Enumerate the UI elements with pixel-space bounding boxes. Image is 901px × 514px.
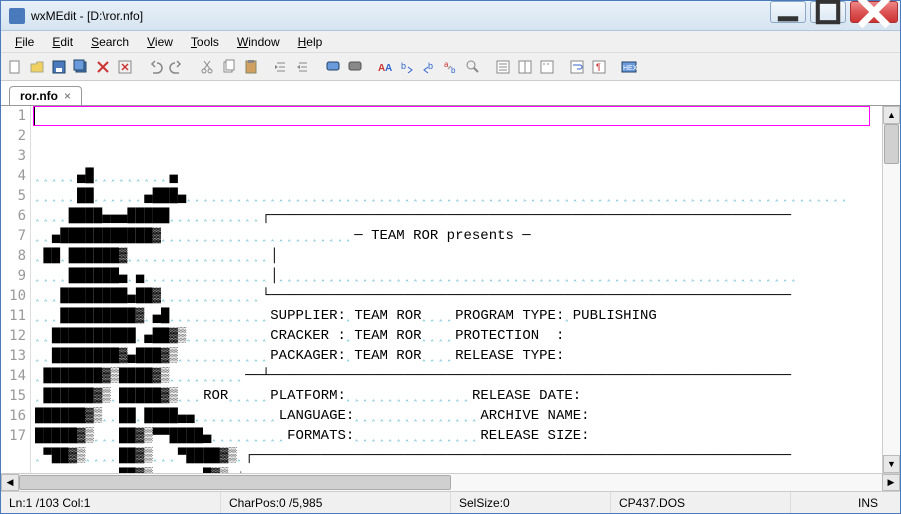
text-editor[interactable]: ˰˰˰˰˰▄█˰˰˰˰˰˰˰˰˰▄ ˰˰˰˰˰██˰˰˰˰˰˰▄███▄˰˰˰˰… xyxy=(31,106,882,473)
svg-text:b: b xyxy=(428,61,433,71)
titlebar[interactable]: wxMEdit - [D:\ror.nfo] xyxy=(1,1,900,31)
caret xyxy=(34,107,35,125)
nfo-art: ˰˰˰˰˰▄█˰˰˰˰˰˰˰˰˰▄ ˰˰˰˰˰██˰˰˰˰˰˰▄███▄˰˰˰˰… xyxy=(31,166,882,473)
gutter: 123 456 789 101112 131415 1617 xyxy=(1,106,31,473)
app-icon xyxy=(9,8,25,24)
status-selsize: SelSize:0 xyxy=(451,492,611,513)
close-file-icon[interactable] xyxy=(93,57,113,77)
open-icon[interactable] xyxy=(27,57,47,77)
vertical-scrollbar[interactable]: ▲ ▼ xyxy=(882,106,900,473)
toolbar: AA b b ab ¶ HEX xyxy=(1,53,900,81)
save-icon[interactable] xyxy=(49,57,69,77)
tab-active[interactable]: ror.nfo × xyxy=(9,86,82,105)
comment-icon[interactable] xyxy=(323,57,343,77)
close-button[interactable] xyxy=(850,1,898,23)
unindent-icon[interactable] xyxy=(293,57,313,77)
status-line-col: Ln:1 /103 Col:1 xyxy=(1,492,221,513)
statusbar: Ln:1 /103 Col:1 CharPos:0 /5,985 SelSize… xyxy=(1,491,900,513)
tab-label: ror.nfo xyxy=(20,89,58,103)
indent-icon[interactable] xyxy=(271,57,291,77)
menu-edit[interactable]: Edit xyxy=(44,33,81,51)
menu-help[interactable]: Help xyxy=(290,33,331,51)
menu-tools[interactable]: Tools xyxy=(183,33,227,51)
new-icon[interactable] xyxy=(5,57,25,77)
find-prev-icon[interactable]: b xyxy=(419,57,439,77)
view-hex-icon[interactable] xyxy=(537,57,557,77)
window-title: wxMEdit - [D:\ror.nfo] xyxy=(31,9,768,23)
hscroll-thumb[interactable] xyxy=(19,475,451,490)
svg-text:b: b xyxy=(451,66,456,75)
wordwrap-icon[interactable] xyxy=(567,57,587,77)
nfo-banner: ─ TEAM ROR presents ─ xyxy=(354,228,530,244)
find-in-files-icon[interactable] xyxy=(463,57,483,77)
svg-text:¶: ¶ xyxy=(596,62,601,72)
find-icon[interactable]: AA xyxy=(375,57,395,77)
replace-icon[interactable]: ab xyxy=(441,57,461,77)
maximize-button[interactable] xyxy=(810,1,846,23)
editor-area: 123 456 789 101112 131415 1617 ˰˰˰˰˰▄█˰˰… xyxy=(1,105,900,473)
hex-mode-icon[interactable]: HEX xyxy=(619,57,639,77)
show-symbols-icon[interactable]: ¶ xyxy=(589,57,609,77)
find-next-icon[interactable]: b xyxy=(397,57,417,77)
scroll-up-icon[interactable]: ▲ xyxy=(883,106,900,124)
cut-icon[interactable] xyxy=(197,57,217,77)
save-all-icon[interactable] xyxy=(71,57,91,77)
view-column-icon[interactable] xyxy=(515,57,535,77)
scroll-thumb[interactable] xyxy=(884,124,899,164)
svg-text:HEX: HEX xyxy=(623,65,637,72)
tab-close-icon[interactable]: × xyxy=(64,89,71,103)
menu-file[interactable]: File xyxy=(7,33,42,51)
menu-search[interactable]: Search xyxy=(83,33,137,51)
menubar: File Edit Search View Tools Window Help xyxy=(1,31,900,53)
scroll-down-icon[interactable]: ▼ xyxy=(883,455,900,473)
svg-text:a: a xyxy=(444,60,449,69)
status-charpos: CharPos:0 /5,985 xyxy=(221,492,451,513)
close-all-icon[interactable] xyxy=(115,57,135,77)
undo-icon[interactable] xyxy=(145,57,165,77)
minimize-button[interactable] xyxy=(770,1,806,23)
copy-icon[interactable] xyxy=(219,57,239,77)
status-ins[interactable]: INS xyxy=(850,492,900,513)
redo-icon[interactable] xyxy=(167,57,187,77)
current-line-highlight xyxy=(33,106,870,126)
uncomment-icon[interactable] xyxy=(345,57,365,77)
scroll-right-icon[interactable]: ▶ xyxy=(882,474,900,491)
svg-text:A: A xyxy=(385,63,392,74)
window: wxMEdit - [D:\ror.nfo] File Edit Search … xyxy=(0,0,901,514)
menu-window[interactable]: Window xyxy=(229,33,288,51)
menu-view[interactable]: View xyxy=(139,33,181,51)
paste-icon[interactable] xyxy=(241,57,261,77)
svg-text:b: b xyxy=(401,61,406,71)
view-text-icon[interactable] xyxy=(493,57,513,77)
tabstrip: ror.nfo × xyxy=(1,81,900,105)
horizontal-scrollbar[interactable]: ◀ ▶ xyxy=(1,473,900,491)
status-encoding[interactable]: CP437.DOS xyxy=(611,492,791,513)
scroll-left-icon[interactable]: ◀ xyxy=(1,474,19,491)
